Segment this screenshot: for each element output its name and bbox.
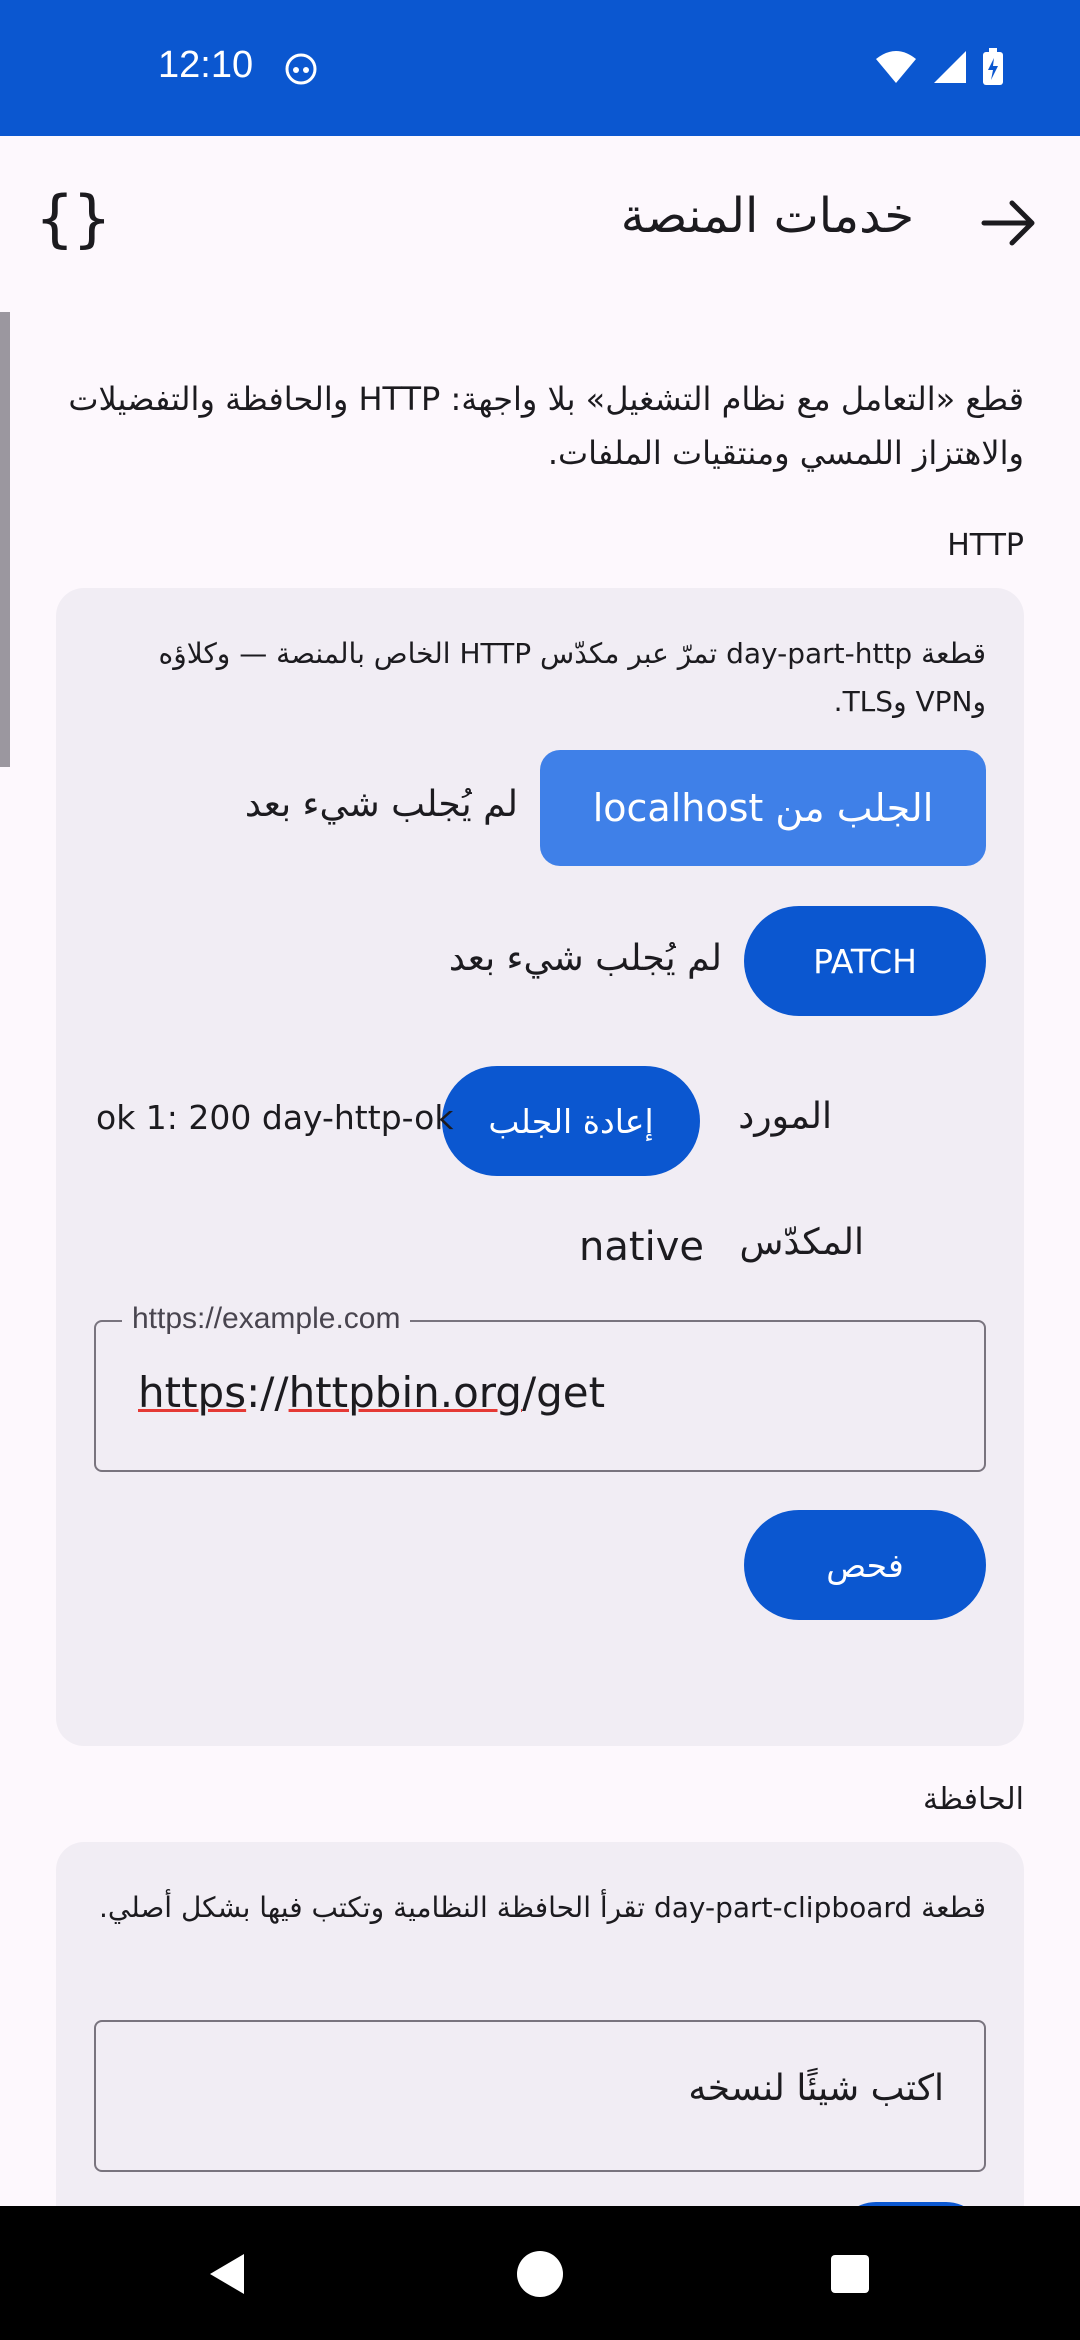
- stack-label: المكدّس: [739, 1222, 864, 1263]
- navigation-bar: [0, 2206, 1080, 2340]
- localhost-status: لم يُجلب شيء بعد: [244, 784, 518, 825]
- page-title: خدمات المنصة: [620, 188, 914, 244]
- battery-charging-icon: [982, 48, 1004, 90]
- url-field-value[interactable]: https://httpbin.org/get: [138, 1368, 605, 1417]
- http-description: قطعة day-part-http تمرّ عبر مكدّس HTTP ا…: [158, 637, 986, 718]
- clipboard-section-title: الحافظة: [922, 1782, 1024, 1817]
- intro-text: قطع «التعامل مع نظام التشغيل» بلا واجهة:…: [68, 380, 1024, 472]
- check-button[interactable]: فحص: [744, 1510, 986, 1620]
- status-icons: [874, 48, 1004, 90]
- url-field[interactable]: https://example.com https://httpbin.org/…: [94, 1302, 986, 1472]
- refetch-button[interactable]: إعادة الجلب: [442, 1066, 700, 1176]
- clipboard-description: قطعة day-part-clipboard تقرأ الحافظة الن…: [99, 1891, 986, 1924]
- patch-status: لم يُجلب شيء بعد: [448, 938, 722, 979]
- clipboard-card: قطعة day-part-clipboard تقرأ الحافظة الن…: [56, 1842, 1024, 2206]
- app-bar: خدمات المنصة {}: [0, 136, 1080, 312]
- wifi-icon: [874, 49, 918, 89]
- http-card: قطعة day-part-http تمرّ عبر مكدّس HTTP ا…: [56, 588, 1024, 1746]
- home-nav-icon[interactable]: [516, 2250, 564, 2302]
- clipboard-input[interactable]: اكتب شيئًا لنسخه: [94, 2020, 986, 2172]
- notification-icon: [284, 52, 318, 90]
- resource-label: المورد: [738, 1096, 832, 1137]
- arrow-forward-icon[interactable]: [974, 188, 1044, 258]
- content-scroll[interactable]: قطع «التعامل مع نظام التشغيل» بلا واجهة:…: [0, 312, 1080, 2206]
- resource-result: ok 1: 200 day-http-ok: [96, 1098, 454, 1137]
- patch-button[interactable]: PATCH: [744, 906, 986, 1016]
- status-bar: 12:10: [0, 0, 1080, 136]
- status-time: 12:10: [158, 44, 254, 86]
- stack-value: native: [579, 1224, 704, 1270]
- code-braces-icon[interactable]: {}: [36, 188, 111, 250]
- back-nav-icon[interactable]: [204, 2250, 250, 2302]
- clipboard-input-placeholder: اكتب شيئًا لنسخه: [688, 2068, 944, 2109]
- signal-icon: [932, 49, 968, 89]
- http-section-title: HTTP: [947, 528, 1024, 563]
- fetch-localhost-button[interactable]: الجلب من localhost: [540, 750, 986, 866]
- url-field-label: https://example.com: [122, 1302, 411, 1336]
- recents-nav-icon[interactable]: [830, 2254, 870, 2298]
